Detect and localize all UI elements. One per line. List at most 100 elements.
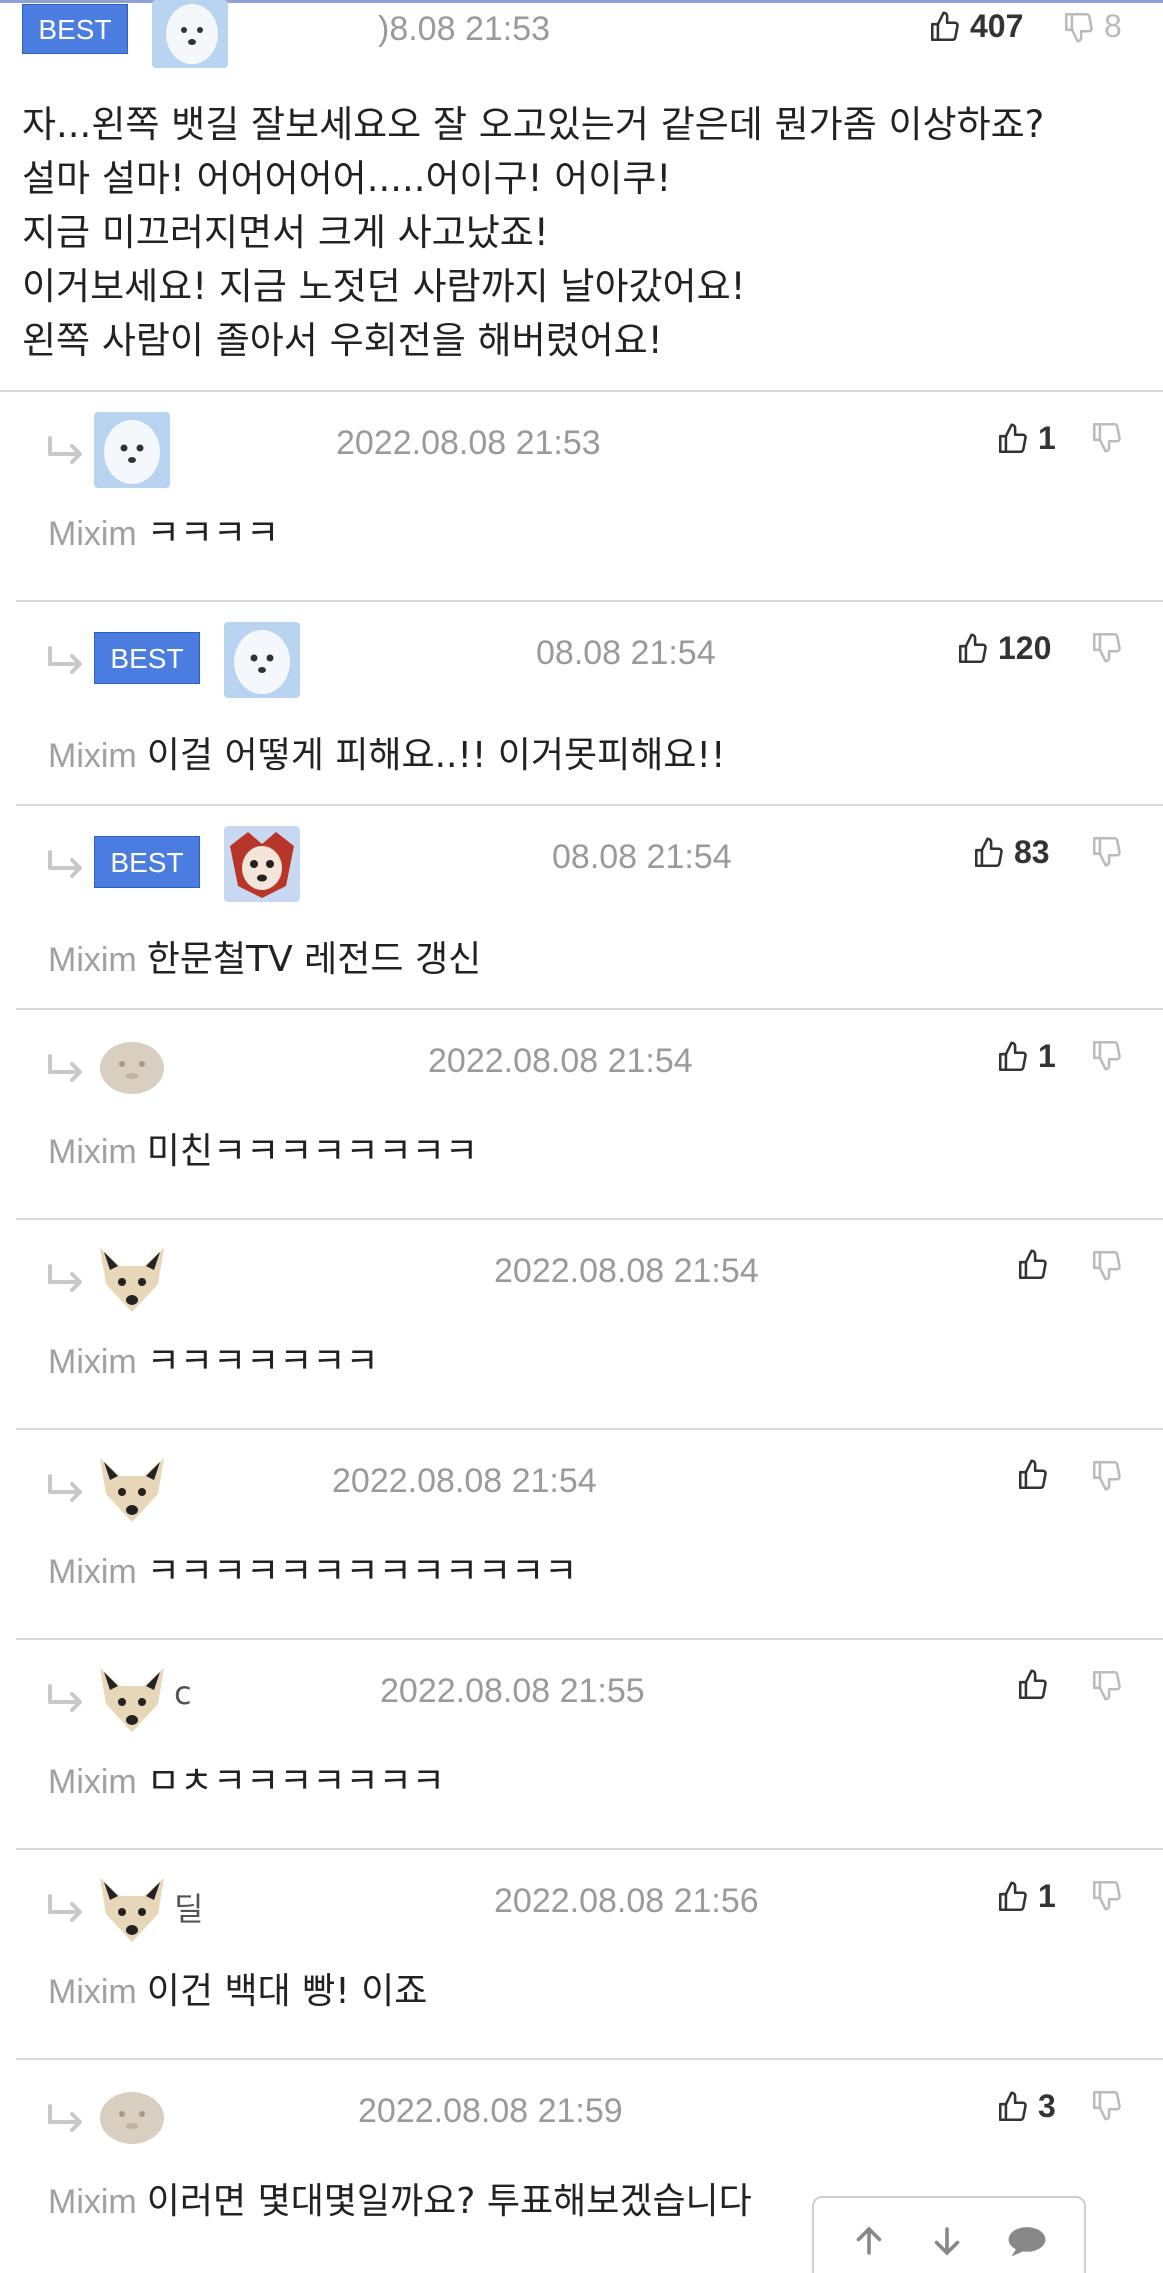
thumbs-up-icon [998,2091,1027,2121]
dislike-button[interactable]: 8 [1062,8,1122,45]
reply-comment: 2022.08.08 21:54 Mixim ㅋㅋㅋㅋㅋㅋㅋ [16,1220,1163,1430]
comment-date: 2022.08.08 21:55 [380,1672,645,1710]
comment-author[interactable]: Mixim [48,941,137,979]
like-count: 1 [1038,1038,1056,1074]
reply-arrow-icon [46,1052,86,1086]
comment-line: 이거보세요! 지금 노젓던 사람까지 날아갔어요! [22,265,746,308]
reply-text: 이러면 몇대몇일까요? 투표해보겠습니다 [146,2181,752,2222]
reply-text: ㅋㅋㅋㅋ [146,513,280,554]
like-button[interactable] [1016,1458,1050,1492]
scroll-up-button[interactable] [851,2223,887,2259]
user-avatar[interactable] [94,1030,170,1106]
comment-author[interactable]: Mixim [48,1343,137,1381]
comment-line: 왼쪽 사람이 졸아서 우회전을 해버렸어요! [22,319,663,362]
user-avatar[interactable] [152,0,228,68]
thumbs-down-icon [1064,12,1093,42]
like-button[interactable]: 3 [996,2088,1056,2125]
like-button[interactable]: 1 [996,1038,1056,1075]
dislike-button[interactable] [1090,2088,1124,2122]
best-badge: BEST [22,4,128,54]
like-button[interactable] [1016,1668,1050,1702]
thumbs-up-icon [998,423,1027,453]
reply-body: Mixim ㅋㅋㅋㅋㅋㅋㅋㅋㅋㅋㅋㅋㅋ [48,1542,577,1594]
dislike-button[interactable] [1090,630,1124,664]
reply-arrow-icon [46,2102,86,2136]
like-count: 1 [1038,420,1056,456]
user-avatar[interactable] [94,1450,170,1526]
comment-author[interactable]: Mixim [48,1973,137,2011]
dislike-button[interactable] [1090,1248,1124,1282]
thumbs-down-icon [1092,1040,1121,1071]
comment-author[interactable]: Mixim [48,737,137,775]
like-button[interactable] [1016,1248,1050,1282]
dislike-button[interactable] [1090,1878,1124,1912]
thumbs-down-icon [1092,632,1121,663]
thumbs-up-icon [1018,1669,1047,1700]
comment-author[interactable]: Mixim [48,1553,137,1591]
reply-body: Mixim 이건 백대 빵! 이죠 [48,1962,427,2014]
like-button[interactable]: 407 [928,8,1023,45]
reply-comment: BEST 08.08 21:54 120 Mixim 이걸 어떻게 피해요..!! 이거… [16,602,1163,806]
like-count: 120 [998,630,1052,666]
comment-line: 자...왼쪽 뱃길 잘보세요오 잘 오고있는거 같은데 뭔가좀 이상하죠? [22,103,1045,146]
comment-author[interactable]: Mixim [48,1763,137,1801]
reply-arrow-icon [46,1682,86,1716]
dislike-button[interactable] [1090,834,1124,868]
dislike-button[interactable] [1090,1038,1124,1072]
user-nickname[interactable]: 딜 [174,1884,203,1930]
comment-author[interactable]: Mixim [48,515,137,553]
thumbs-up-icon [1018,1249,1047,1280]
arrow-up-icon [856,2226,882,2255]
thumbs-down-icon [1092,1670,1121,1701]
scroll-down-button[interactable] [929,2223,965,2259]
reply-arrow-icon [46,848,86,882]
like-count: 407 [970,8,1024,44]
like-count: 3 [1038,2088,1056,2124]
user-nickname[interactable]: c [174,1674,192,1712]
reply-text: 이걸 어떻게 피해요..!! 이거못피해요!! [146,735,726,776]
like-count: 83 [1014,834,1050,870]
dislike-count: 8 [1104,8,1122,44]
user-avatar[interactable] [94,412,170,488]
user-avatar[interactable] [94,2080,170,2156]
best-badge: BEST [94,632,200,684]
dislike-button[interactable] [1090,1458,1124,1492]
comment-date: 08.08 21:54 [536,634,716,672]
reply-text: ㅁㅊㅋㅋㅋㅋㅋㅋㅋ [146,1761,445,1802]
like-button[interactable]: 1 [996,1878,1056,1915]
comment-body: 자...왼쪽 뱃길 잘보세요오 잘 오고있는거 같은데 뭔가좀 이상하죠? 설마… [22,98,1142,368]
user-avatar[interactable] [224,622,300,698]
like-button[interactable]: 83 [972,834,1050,871]
thumbs-up-icon [998,1041,1027,1071]
reply-text: ㅋㅋㅋㅋㅋㅋㅋ [146,1341,379,1382]
reply-body: Mixim 한문철TV 레전드 갱신 [48,930,481,982]
user-avatar[interactable] [224,826,300,902]
reply-arrow-icon [46,434,86,468]
thumbs-down-icon [1092,2090,1121,2121]
dislike-button[interactable] [1090,420,1124,454]
thumbs-up-icon [958,633,987,663]
user-avatar[interactable] [94,1240,170,1316]
reply-comment: 2022.08.08 21:54 Mixim ㅋㅋㅋㅋㅋㅋㅋㅋㅋㅋㅋㅋㅋ [16,1430,1163,1640]
dislike-button[interactable] [1090,1668,1124,1702]
reply-arrow-icon [46,1262,86,1296]
reply-text: 이건 백대 빵! 이죠 [146,1971,428,2012]
comment-button[interactable] [1007,2223,1047,2259]
reply-body: Mixim ㅋㅋㅋㅋㅋㅋㅋ [48,1332,379,1384]
comment-author[interactable]: Mixim [48,1133,137,1171]
user-avatar[interactable] [94,1660,170,1736]
reply-comment: c 2022.08.08 21:55 Mixim ㅁㅊㅋㅋㅋㅋㅋㅋㅋ [16,1640,1163,1850]
speech-bubble-icon [1008,2227,1046,2257]
user-avatar[interactable] [94,1870,170,1946]
reply-body: Mixim 이걸 어떻게 피해요..!! 이거못피해요!! [48,726,725,778]
like-button[interactable]: 1 [996,420,1056,457]
thumbs-up-icon [974,837,1003,867]
comment-date: 2022.08.08 21:59 [358,2092,623,2130]
like-button[interactable]: 120 [956,630,1051,667]
reply-comment: BEST 08.08 21:54 83 Mixim 한문철TV 레전드 갱신 [16,806,1163,1010]
comment-date: )8.08 21:53 [378,10,551,48]
reply-arrow-icon [46,644,86,678]
comment-author[interactable]: Mixim [48,2183,137,2221]
reply-arrow-icon [46,1892,86,1926]
best-badge: BEST [94,836,200,888]
